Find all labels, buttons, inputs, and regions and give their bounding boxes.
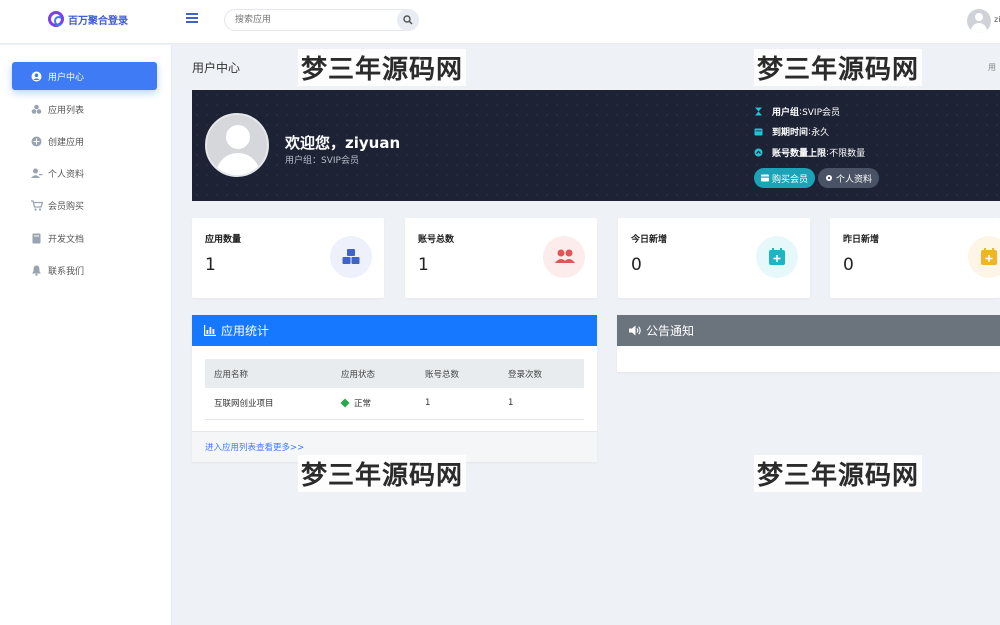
info-label: 到期时间 <box>772 128 809 138</box>
app-stats-panel: 应用统计 应用名称 应用状态 账号总数 登录次数 互联网创业项目 正常 1 1 … <box>192 315 597 462</box>
column-header: 账号总数 <box>425 369 460 380</box>
cubes-icon <box>330 236 372 278</box>
sidebar-item-contact[interactable]: 联系我们 <box>12 256 157 284</box>
sidebar-item-label: 用户中心 <box>48 72 85 83</box>
buy-membership-button[interactable]: 购买会员 <box>754 168 816 188</box>
sidebar-item-label: 联系我们 <box>48 266 85 277</box>
user-avatar[interactable] <box>967 9 991 33</box>
volume-icon <box>629 325 641 336</box>
menu-toggle-icon[interactable] <box>186 13 198 23</box>
brand-name: 百万聚合登录 <box>68 15 128 27</box>
search-box <box>224 9 419 31</box>
users-icon <box>543 236 585 278</box>
logins-cell: 1 <box>499 388 584 420</box>
sidebar-item-label: 会员购买 <box>48 201 85 212</box>
stat-card-account-count: 账号总数 1 <box>405 218 597 298</box>
search-icon <box>403 15 413 25</box>
info-value: 不限数量 <box>829 149 866 159</box>
app-status-cell: 正常 <box>332 388 416 420</box>
profile-button-label: 个人资料 <box>836 174 873 185</box>
gear-icon <box>825 174 833 182</box>
sidebar-item-create-app[interactable]: 创建应用 <box>12 127 157 155</box>
column-header: 应用状态 <box>341 369 376 380</box>
sidebar-item-buy-membership[interactable]: 会员购买 <box>12 191 157 219</box>
status-cube-icon <box>340 398 350 408</box>
cart-icon <box>31 199 44 211</box>
info-label: 用户组 <box>772 108 800 118</box>
hourglass-icon <box>754 107 763 116</box>
accounts-cell: 1 <box>416 388 499 420</box>
user-group-text: 用户组：SVIP会员 <box>285 156 359 166</box>
plus-circle-icon <box>31 136 42 147</box>
watermark: 梦三年源码网 <box>754 49 923 86</box>
column-header: 登录次数 <box>508 369 543 380</box>
welcome-banner: 欢迎您，ziyuan 用户组：SVIP会员 用户组 : SVIP会员 到期时间 … <box>192 90 1000 201</box>
breadcrumb[interactable]: 用 <box>988 62 996 73</box>
info-value: SVIP会员 <box>802 108 841 118</box>
sidebar-item-label: 创建应用 <box>48 137 85 148</box>
stat-label: 应用数量 <box>205 235 242 245</box>
stat-value: 0 <box>843 255 854 275</box>
notice-title: 公告通知 <box>646 324 695 338</box>
card-icon <box>761 174 769 182</box>
calendar-plus-icon <box>756 236 798 278</box>
apps-icon <box>31 104 42 115</box>
stat-card-yesterday-new: 昨日新增 0 <box>830 218 1000 298</box>
profile-avatar <box>205 113 269 177</box>
sidebar-item-label: 应用列表 <box>48 105 85 116</box>
topbar: 百万聚合登录 zi <box>0 0 1000 44</box>
stat-card-app-count: 应用数量 1 <box>192 218 384 298</box>
user-circle-icon <box>31 71 42 82</box>
table-header-row: 应用名称 应用状态 账号总数 登录次数 <box>205 359 584 388</box>
stat-label: 账号总数 <box>418 235 455 245</box>
notice-panel: 公告通知 <box>617 315 1000 372</box>
buy-membership-label: 购买会员 <box>772 174 809 185</box>
app-stats-title: 应用统计 <box>221 324 270 338</box>
bell-icon <box>31 265 42 276</box>
stat-label: 昨日新增 <box>843 235 880 245</box>
watermark: 梦三年源码网 <box>298 49 467 86</box>
stat-value: 1 <box>418 255 429 275</box>
stat-value: 0 <box>631 255 642 275</box>
info-label: 账号数量上限 <box>772 149 827 159</box>
sidebar-item-label: 个人资料 <box>48 169 85 180</box>
watermark: 梦三年源码网 <box>298 455 467 492</box>
notice-header: 公告通知 <box>617 315 1000 346</box>
stat-value: 1 <box>205 255 216 275</box>
sidebar-item-app-list[interactable]: 应用列表 <box>12 95 157 123</box>
sidebar-item-user-center[interactable]: 用户中心 <box>12 62 157 90</box>
column-header: 应用名称 <box>214 369 249 380</box>
book-icon <box>31 233 42 244</box>
welcome-text: 欢迎您，ziyuan <box>285 134 401 152</box>
sidebar: 用户中心 应用列表 创建应用 个人资料 会员购买 开发文档 联系我们 <box>0 45 172 625</box>
page-title: 用户中心 <box>192 61 241 75</box>
info-value: 永久 <box>811 128 830 138</box>
info-account-limit: 账号数量上限 : 不限数量 <box>754 146 865 159</box>
info-expire-time: 到期时间 : 永久 <box>754 125 829 138</box>
search-input[interactable] <box>235 13 395 27</box>
watermark: 梦三年源码网 <box>754 455 923 492</box>
search-button[interactable] <box>397 9 419 31</box>
status-text: 正常 <box>354 399 372 410</box>
calendar-plus-icon <box>968 236 1000 278</box>
info-user-group: 用户组 : SVIP会员 <box>754 105 840 118</box>
brand[interactable]: 百万聚合登录 <box>48 11 128 27</box>
view-more-link[interactable]: 进入应用列表查看更多>> <box>205 441 304 453</box>
sidebar-item-profile[interactable]: 个人资料 <box>12 159 157 187</box>
brand-logo-icon <box>48 11 64 27</box>
profile-button[interactable]: 个人资料 <box>818 168 880 188</box>
app-name-cell: 互联网创业项目 <box>205 388 332 420</box>
stat-label: 今日新增 <box>631 235 668 245</box>
sidebar-item-label: 开发文档 <box>48 234 85 245</box>
app-stats-table: 应用名称 应用状态 账号总数 登录次数 互联网创业项目 正常 1 1 <box>205 359 584 420</box>
user-edit-icon <box>31 168 43 179</box>
bar-chart-icon <box>204 325 216 336</box>
table-row[interactable]: 互联网创业项目 正常 1 1 <box>205 388 584 420</box>
calendar-icon <box>754 127 763 136</box>
app-stats-header: 应用统计 <box>192 315 597 346</box>
sidebar-item-dev-docs[interactable]: 开发文档 <box>12 224 157 252</box>
chevron-up-circle-icon <box>754 148 763 157</box>
stat-card-today-new: 今日新增 0 <box>618 218 810 298</box>
user-name[interactable]: zi <box>994 15 1000 24</box>
